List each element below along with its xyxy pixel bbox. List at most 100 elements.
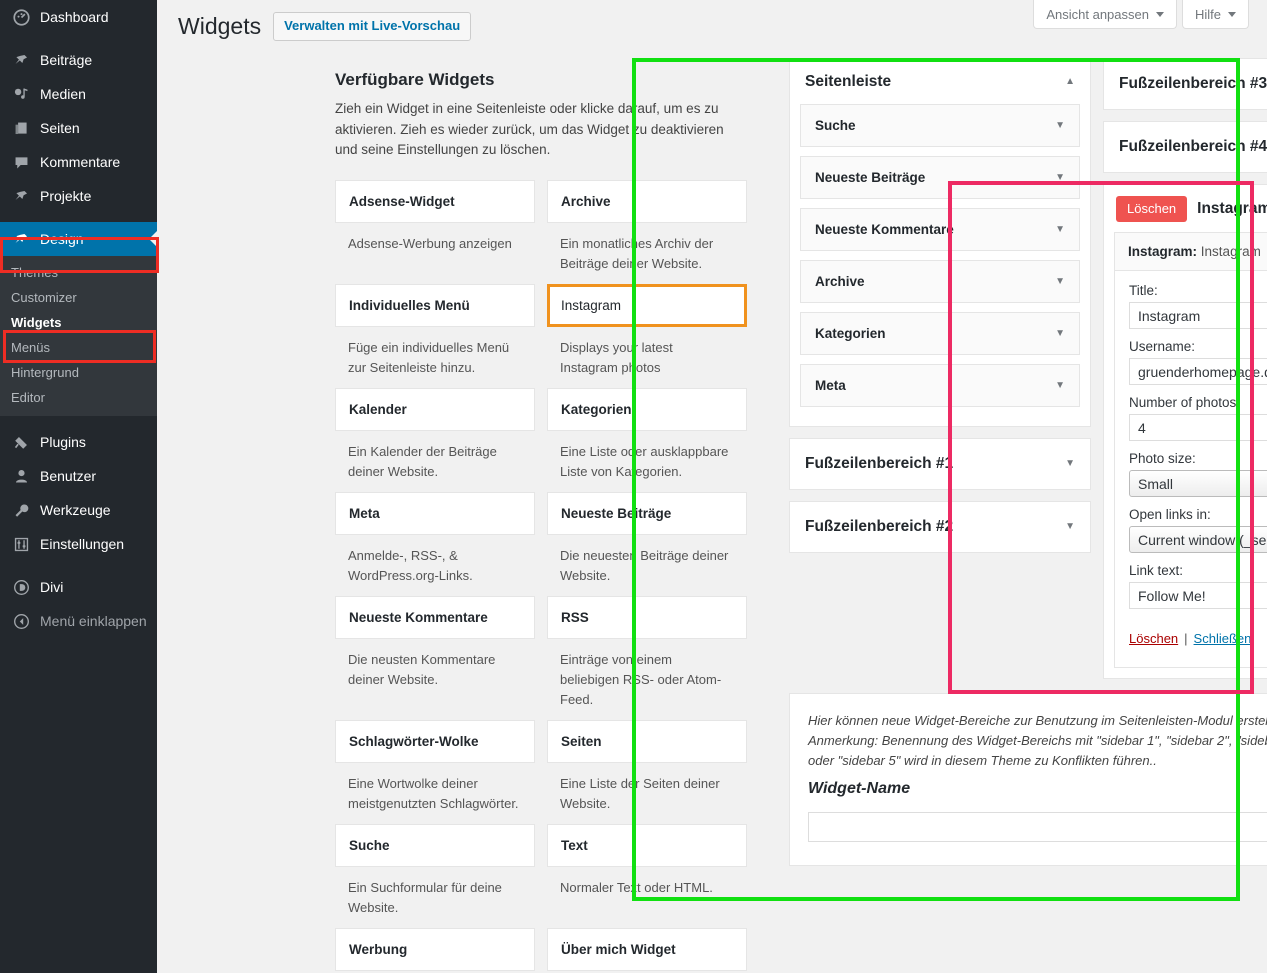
widget-area-seitenleiste: Seitenleiste ▲ Suche ▼ Neueste Beiträge … xyxy=(789,58,1091,427)
widget-card-werbung[interactable]: Werbung xyxy=(335,927,535,971)
widget-archive[interactable]: Archive ▼ xyxy=(800,260,1080,303)
username-field-label: Username: xyxy=(1129,339,1196,354)
widget-card-schlagwoerter-wolke[interactable]: Schlagwörter-Wolke xyxy=(335,719,535,763)
instagram-widget-label: Instagram: Instagram xyxy=(1128,244,1261,259)
widget-area-title: Fußzeilenbereich #4 xyxy=(1119,138,1267,155)
chevron-down-icon[interactable]: ▼ xyxy=(1055,276,1065,287)
user-icon xyxy=(11,466,31,486)
delete-area-button[interactable]: Löschen xyxy=(1116,196,1188,222)
widget-neueste-kommentare[interactable]: Neueste Kommentare ▼ xyxy=(800,208,1080,251)
chevron-down-icon[interactable]: ▼ xyxy=(1055,120,1065,131)
sidebar-item-werkzeuge[interactable]: Werkzeuge xyxy=(0,493,157,527)
widget-neueste-beitraege[interactable]: Neueste Beiträge ▼ xyxy=(800,156,1080,199)
widget-area-fusszeilenbereich-3[interactable]: Fußzeilenbereich #3 ▼ xyxy=(1103,58,1267,110)
widget-card-rss[interactable]: RSS xyxy=(547,595,747,639)
widget-areas-columns: Seitenleiste ▲ Suche ▼ Neueste Beiträge … xyxy=(789,58,1267,679)
widget-card-adsense-widget[interactable]: Adsense-Widget xyxy=(335,179,535,223)
chevron-down-icon[interactable]: ▼ xyxy=(1055,224,1065,235)
sidebar-item-dashboard[interactable]: Dashboard xyxy=(0,0,157,34)
widget-card-suche[interactable]: Suche xyxy=(335,823,535,867)
title-input[interactable] xyxy=(1129,302,1267,329)
widget-description: Displays your latest Instagram photos xyxy=(560,339,673,375)
photo-size-select-wrap: Small ▲▼ xyxy=(1129,470,1267,507)
widget-card-individuelles-menue[interactable]: Individuelles Menü xyxy=(335,283,535,327)
sidebar-item-kommentare[interactable]: Kommentare xyxy=(0,145,157,179)
sidebar-subitem-hintergrund[interactable]: Hintergrund xyxy=(0,360,157,385)
widget-name-label: Widget-Name xyxy=(808,780,911,797)
menu-separator xyxy=(0,34,157,43)
widget-description: Einträge von einem beliebigen RSS- oder … xyxy=(560,651,722,707)
chevron-down-icon[interactable]: ▼ xyxy=(1055,172,1065,183)
widget-description: Eine Liste der Seiten deiner Website. xyxy=(560,775,720,811)
plug-icon xyxy=(11,432,31,452)
widget-card-archive[interactable]: Archive xyxy=(547,179,747,223)
sidebar-item-label: Medien xyxy=(40,86,86,102)
sidebar-subitem-themes[interactable]: Themes xyxy=(0,260,157,285)
widget-card-instagram[interactable]: Instagram xyxy=(547,283,747,327)
widget-suche[interactable]: Suche ▼ xyxy=(800,104,1080,147)
number-of-photos-input[interactable] xyxy=(1129,414,1267,441)
sidebar-subitem-widgets[interactable]: Widgets xyxy=(0,310,157,335)
username-input[interactable] xyxy=(1129,358,1267,385)
pin-icon xyxy=(11,50,31,70)
available-widget: Instagram Displays your latest Instagram… xyxy=(547,283,747,378)
chevron-down-icon[interactable]: ▼ xyxy=(1065,522,1075,532)
widget-area-seitenleiste-body: Suche ▼ Neueste Beiträge ▼ Neueste Komme… xyxy=(790,104,1090,426)
widget-title: Kategorien xyxy=(815,326,886,341)
sidebar-item-einstellungen[interactable]: Einstellungen xyxy=(0,527,157,561)
instagram-widget-header[interactable]: Instagram: Instagram ▲ xyxy=(1115,233,1267,271)
sidebar-subitem-menues[interactable]: Menüs xyxy=(0,335,157,360)
sidebar-item-beitraege[interactable]: Beiträge xyxy=(0,43,157,77)
widget-kategorien[interactable]: Kategorien ▼ xyxy=(800,312,1080,355)
chevron-down-icon[interactable]: ▼ xyxy=(1055,328,1065,339)
widget-card-neueste-kommentare[interactable]: Neueste Kommentare xyxy=(335,595,535,639)
sidebar-subitem-editor[interactable]: Editor xyxy=(0,385,157,410)
widget-card-meta[interactable]: Meta xyxy=(335,491,535,535)
widget-card-neueste-beitraege[interactable]: Neueste Beiträge xyxy=(547,491,747,535)
view-options-button[interactable]: Ansicht anpassen xyxy=(1033,0,1177,29)
widget-card-kalender[interactable]: Kalender xyxy=(335,387,535,431)
sidebar-item-projekte[interactable]: Projekte xyxy=(0,179,157,213)
sidebar-item-plugins[interactable]: Plugins xyxy=(0,425,157,459)
widget-area-fusszeilenbereich-2[interactable]: Fußzeilenbereich #2 ▼ xyxy=(789,501,1091,553)
chevron-down-icon xyxy=(1155,12,1164,17)
widget-name-input[interactable] xyxy=(808,812,1267,842)
widget-meta[interactable]: Meta ▼ xyxy=(800,364,1080,407)
widget-instance-name: Instagram xyxy=(1200,244,1261,259)
sidebar-collapse-button[interactable]: Menü einklappen xyxy=(0,604,157,638)
available-widgets-grid: Adsense-Widget Adsense-Werbung anzeigen … xyxy=(335,179,747,973)
link-text-input[interactable] xyxy=(1129,582,1267,609)
sidebar-item-divi[interactable]: Divi xyxy=(0,570,157,604)
sidebar-item-label: Werkzeuge xyxy=(40,502,111,518)
chevron-down-icon xyxy=(1228,12,1236,17)
live-preview-button[interactable]: Verwalten mit Live-Vorschau xyxy=(273,12,472,41)
chevron-down-icon[interactable]: ▼ xyxy=(1055,380,1065,391)
widget-type-prefix: Instagram: xyxy=(1128,244,1198,259)
help-button[interactable]: Hilfe xyxy=(1181,0,1249,29)
widget-area-fusszeilenbereich-1[interactable]: Fußzeilenbereich #1 ▼ xyxy=(789,438,1091,490)
available-widgets-section: Verfügbare Widgets Zieh ein Widget in ei… xyxy=(335,70,747,973)
photo-size-select[interactable]: Small xyxy=(1129,470,1267,497)
open-links-select[interactable]: Current window (_self) xyxy=(1129,526,1267,553)
widget-card-kategorien[interactable]: Kategorien xyxy=(547,387,747,431)
widget-card-text[interactable]: Text xyxy=(547,823,747,867)
sidebar-item-benutzer[interactable]: Benutzer xyxy=(0,459,157,493)
sidebar-item-medien[interactable]: Medien xyxy=(0,77,157,111)
widget-title: Archive xyxy=(815,274,865,289)
widget-card-seiten[interactable]: Seiten xyxy=(547,719,747,763)
sidebar-item-seiten[interactable]: Seiten xyxy=(0,111,157,145)
chevron-down-icon[interactable]: ▼ xyxy=(1065,459,1075,469)
sidebar-item-design[interactable]: Design xyxy=(0,222,157,256)
widget-area-seitenleiste-header[interactable]: Seitenleiste ▲ xyxy=(790,59,1090,104)
chevron-up-icon[interactable]: ▲ xyxy=(1065,77,1075,87)
widget-title: Neueste Kommentare xyxy=(815,222,954,237)
widget-description: Eine Wortwolke deiner meistgenutzten Sch… xyxy=(348,775,519,811)
close-widget-link[interactable]: Schließen xyxy=(1194,631,1252,646)
comment-icon xyxy=(11,152,31,172)
widget-area-title: Fußzeilenbereich #3 xyxy=(1119,75,1267,92)
widget-area-fusszeilenbereich-4[interactable]: Fußzeilenbereich #4 ▼ xyxy=(1103,121,1267,173)
sidebar-subitem-customizer[interactable]: Customizer xyxy=(0,285,157,310)
delete-widget-link[interactable]: Löschen xyxy=(1129,631,1178,646)
widget-card-ueber-mich-widget[interactable]: Über mich Widget xyxy=(547,927,747,971)
available-widget: Archive Ein monatliches Archiv der Beitr… xyxy=(547,179,747,274)
